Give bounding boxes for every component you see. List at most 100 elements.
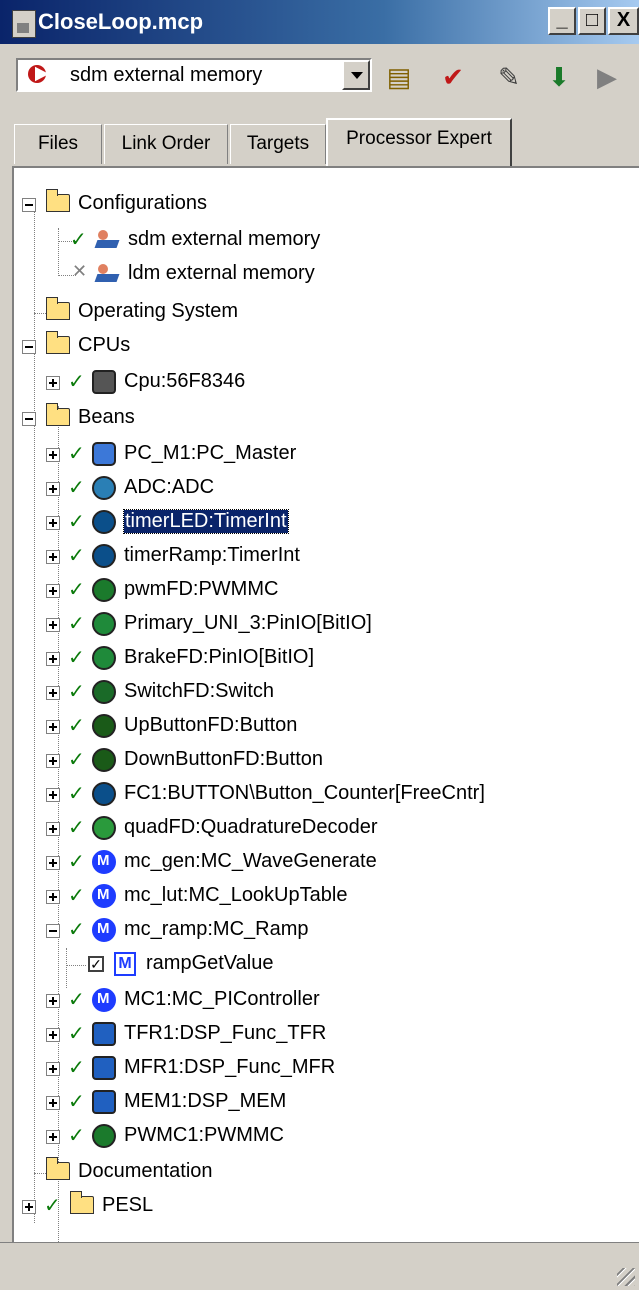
run-icon[interactable]: ▶ — [592, 62, 622, 92]
check-icon: ✓ — [68, 477, 85, 499]
expand-icon[interactable] — [46, 482, 60, 496]
expand-icon[interactable] — [46, 822, 60, 836]
expand-icon[interactable] — [46, 516, 60, 530]
expand-icon[interactable] — [46, 788, 60, 802]
tab-targets[interactable]: Targets — [230, 124, 326, 164]
tab-link-order[interactable]: Link Order — [104, 124, 228, 164]
check-icon: ✓ — [68, 749, 85, 771]
target-select-value: sdm external memory — [70, 64, 263, 86]
tree-label: timerRamp:TimerInt — [124, 544, 300, 566]
folder-icon — [70, 1191, 94, 1214]
expand-icon[interactable] — [46, 1028, 60, 1042]
folder-icon — [46, 297, 70, 320]
tree-label: pwmFD:PWMMC — [124, 578, 279, 600]
expand-icon[interactable] — [46, 1096, 60, 1110]
tab-processor-expert[interactable]: Processor Expert — [326, 118, 512, 166]
expand-icon[interactable] — [46, 584, 60, 598]
check-icon: ✓ — [68, 1023, 85, 1045]
timer-icon — [92, 510, 116, 534]
tree-label: MEM1:DSP_MEM — [124, 1090, 287, 1112]
tree-label: Cpu:56F8346 — [124, 370, 246, 392]
project-toolbar: sdm external memory ▤ ✔ ✎ ⬇ ▶ — [0, 44, 639, 114]
expand-icon[interactable] — [46, 550, 60, 564]
tree-label: BrakeFD:PinIO[BitIO] — [124, 646, 315, 668]
check-icon: ✓ — [68, 1057, 85, 1079]
check-icon: ✓ — [68, 579, 85, 601]
target-select[interactable]: sdm external memory — [16, 58, 372, 92]
check-icon: ✓ — [68, 851, 85, 873]
processor-expert-tree: Configurations ✓ sdm external memory ✕ l… — [12, 166, 639, 1268]
tab-files[interactable]: Files — [14, 124, 102, 164]
check-icon: ✓ — [68, 989, 85, 1011]
expand-icon[interactable] — [46, 1062, 60, 1076]
make-icon[interactable]: ⬇ — [544, 62, 574, 92]
expand-icon[interactable] — [46, 686, 60, 700]
check-icon: ✓ — [68, 613, 85, 635]
dsp-icon — [92, 1090, 116, 1114]
sync-icon[interactable]: ✎ — [494, 62, 524, 92]
checkmark-icon[interactable]: ✔ — [438, 62, 468, 92]
check-icon: ✓ — [68, 783, 85, 805]
tree-label: CPUs — [78, 334, 131, 356]
expand-icon[interactable] — [46, 376, 60, 390]
tree-label: MFR1:DSP_Func_MFR — [124, 1056, 336, 1078]
tree-label: PWMC1:PWMMC — [124, 1124, 284, 1146]
check-icon: ✓ — [68, 885, 85, 907]
expand-icon[interactable] — [46, 856, 60, 870]
tree-guide — [34, 208, 35, 1223]
settings-icon[interactable]: ▤ — [384, 62, 414, 92]
expand-icon[interactable] — [46, 890, 60, 904]
configuration-icon — [96, 228, 120, 250]
pwm-icon — [92, 1124, 116, 1148]
expand-icon[interactable] — [22, 1200, 36, 1214]
expand-icon[interactable] — [46, 448, 60, 462]
disabled-icon: ✕ — [72, 261, 88, 281]
collapse-icon[interactable] — [22, 340, 36, 354]
motor-control-icon — [92, 918, 116, 942]
tree-label: DownButtonFD:Button — [124, 748, 323, 770]
expand-icon[interactable] — [46, 754, 60, 768]
cpu-icon — [92, 370, 116, 394]
collapse-icon[interactable] — [22, 412, 36, 426]
tree-label: UpButtonFD:Button — [124, 714, 298, 736]
collapse-icon[interactable] — [46, 924, 60, 938]
expand-icon[interactable] — [46, 652, 60, 666]
method-icon: M — [114, 952, 136, 976]
tree-label: timerLED:TimerInt — [123, 509, 289, 534]
window-title: CloseLoop.mcp — [38, 9, 204, 34]
check-icon: ✓ — [68, 1091, 85, 1113]
close-button[interactable]: X — [608, 7, 639, 35]
expand-icon[interactable] — [46, 618, 60, 632]
tree-label: quadFD:QuadratureDecoder — [124, 816, 378, 838]
minimize-button[interactable]: _ — [548, 7, 576, 35]
chevron-down-icon[interactable] — [342, 60, 370, 90]
expand-icon[interactable] — [46, 720, 60, 734]
check-icon: ✓ — [68, 545, 85, 567]
expand-icon[interactable] — [46, 994, 60, 1008]
tree-label: mc_ramp:MC_Ramp — [124, 918, 309, 940]
button-bean-icon — [92, 748, 116, 772]
pc-master-icon — [92, 442, 116, 466]
tree-label: TFR1:DSP_Func_TFR — [124, 1022, 327, 1044]
tree-guide — [66, 965, 86, 966]
tree-label: sdm external memory — [128, 228, 321, 250]
tree-label: FC1:BUTTON\Button_Counter[FreeCntr] — [124, 782, 485, 804]
check-icon: ✓ — [44, 1195, 61, 1217]
resize-grip-icon[interactable] — [617, 1268, 635, 1286]
timer-icon — [92, 782, 116, 806]
adc-icon — [92, 476, 116, 500]
maximize-button[interactable]: □ — [578, 7, 606, 35]
dsp-icon — [92, 1056, 116, 1080]
folder-icon — [46, 331, 70, 354]
check-icon: ✓ — [68, 681, 85, 703]
tree-label: PESL — [102, 1194, 154, 1216]
collapse-icon[interactable] — [22, 198, 36, 212]
tree-guide — [66, 948, 67, 988]
dsp-icon — [92, 1022, 116, 1046]
tree-label: PC_M1:PC_Master — [124, 442, 297, 464]
tree-guide — [58, 228, 59, 274]
enabled-checkbox[interactable]: ✓ — [88, 956, 104, 972]
quadrature-icon — [92, 816, 116, 840]
expand-icon[interactable] — [46, 1130, 60, 1144]
motor-control-icon — [92, 988, 116, 1012]
